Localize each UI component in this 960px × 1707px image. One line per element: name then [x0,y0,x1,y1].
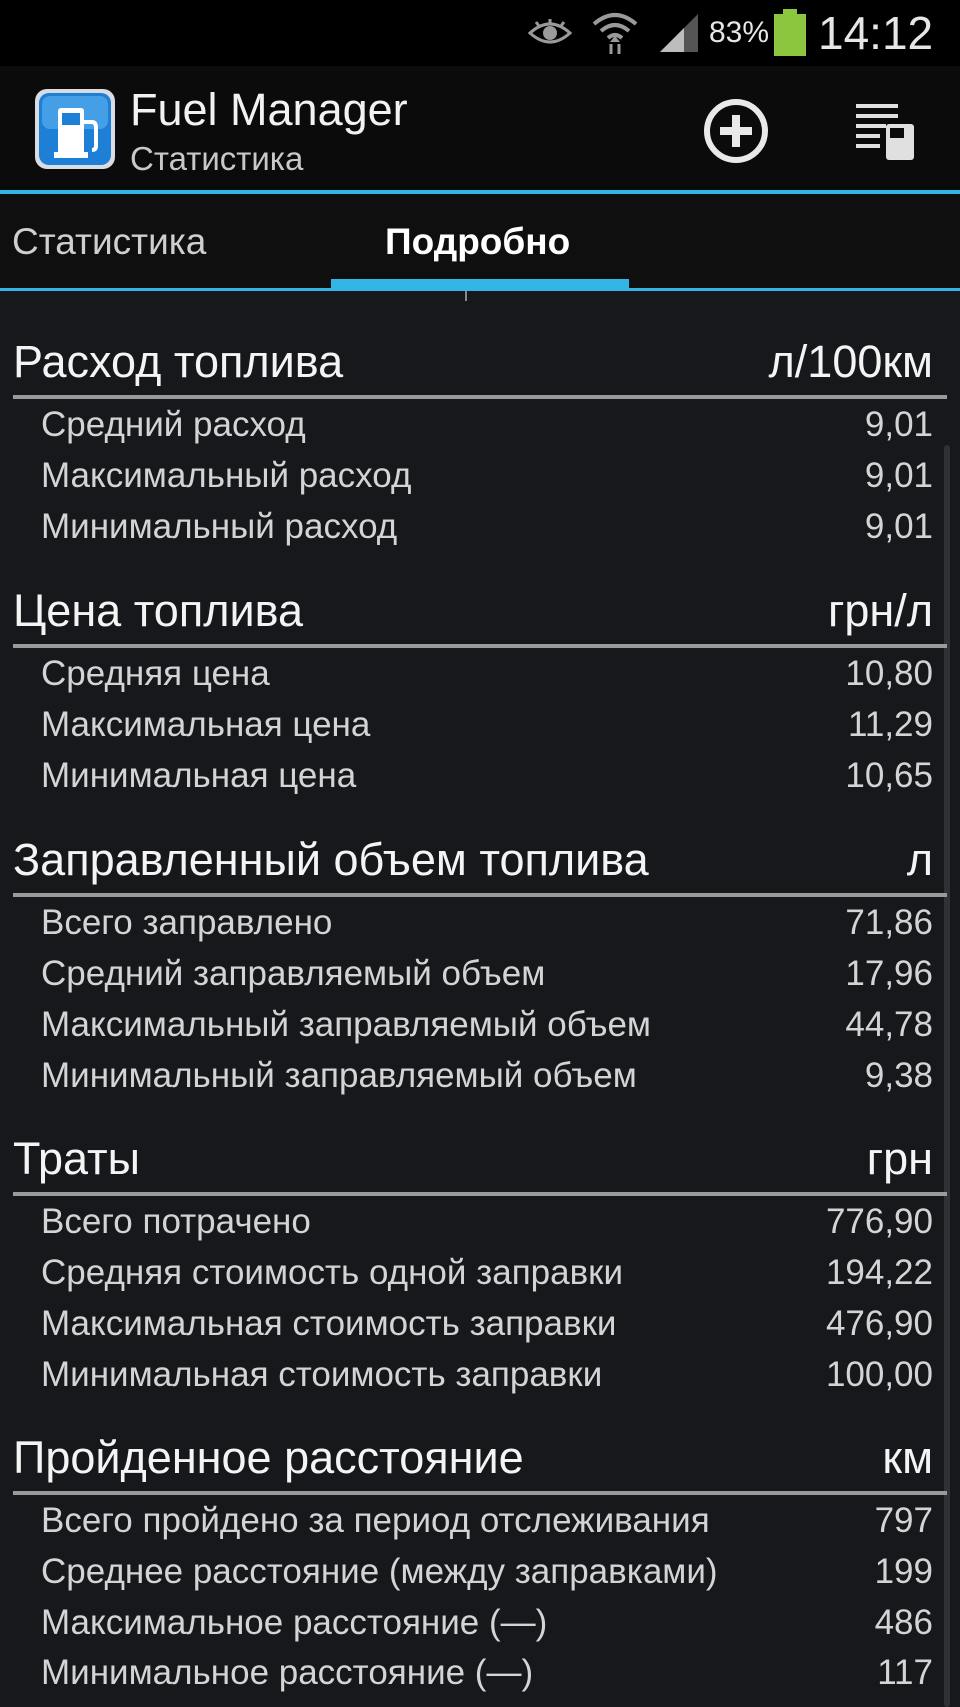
section-unit: грн/л [827,585,933,636]
row-label: Максимальная стоимость заправки [41,1304,617,1343]
section-unit: л/100км [768,336,933,387]
section-title: Пройденное расстояние [13,1432,524,1483]
section-header-fuel-consumption: Расход топлива л/100км [13,334,933,394]
row-label: Минимальная стоимость заправки [41,1355,603,1394]
row-value: 11,29 [848,705,933,744]
section-header-fuel-volume: Заправленный объем топлива л [13,832,933,892]
battery-icon [773,0,807,66]
list-item: Минимальный заправляемый объем 9,38 [41,1056,933,1106]
row-label: Среднее расстояние (между заправками) [41,1552,718,1591]
list-item: Минимальная цена 10,65 [41,756,933,806]
list-item: Минимальная стоимость заправки 100,00 [41,1355,933,1405]
row-label: Максимальное расстояние (—) [41,1603,548,1642]
list-item: Среднее расстояние (между заправками) 19… [41,1552,933,1602]
scrollbar[interactable] [944,445,950,1707]
row-label: Средняя цена [41,654,270,693]
list-item: Максимальный заправляемый объем 44,78 [41,1005,933,1055]
row-value: 476,90 [825,1304,933,1343]
row-label: Всего заправлено [41,903,333,942]
row-value: 194,22 [825,1253,933,1292]
eye-icon [528,0,572,66]
list-item: Всего заправлено 71,86 [41,903,933,953]
row-label: Всего потрачено [41,1202,311,1241]
list-item: Максимальное расстояние (—) 486 [41,1603,933,1653]
section-title: Расход топлива [13,336,344,387]
row-value: 10,80 [845,654,933,693]
row-label: Средняя стоимость одной заправки [41,1253,624,1292]
row-value: 797 [874,1501,933,1540]
row-label: Минимальное расстояние (—) [41,1653,534,1692]
section-divider [13,1192,947,1196]
list-item: Средняя цена 10,80 [41,654,933,704]
list-item: Максимальная цена 11,29 [41,705,933,755]
row-label: Минимальный заправляемый объем [41,1056,637,1095]
row-value: 9,38 [864,1056,933,1095]
section-header-fuel-price: Цена топлива грн/л [13,583,933,643]
row-value: 9,01 [864,405,933,444]
row-label: Средний расход [41,405,306,444]
row-value: 486 [874,1603,933,1642]
fuel-app-icon[interactable] [34,88,116,170]
section-header-expenses: Траты грн [13,1131,933,1191]
section-unit: грн [866,1133,933,1184]
row-value: 44,78 [845,1005,933,1044]
row-value: 9,01 [864,507,933,546]
row-value: 199 [874,1552,933,1591]
row-label: Минимальная цена [41,756,357,795]
list-item: Всего потрачено 776,90 [41,1202,933,1252]
row-value: 10,65 [845,756,933,795]
row-value: 71,86 [845,903,933,942]
section-divider [13,644,947,648]
row-label: Максимальная цена [41,705,371,744]
wifi-icon [590,0,640,66]
row-label: Минимальный расход [41,507,398,546]
section-title: Цена топлива [13,585,304,636]
section-divider [13,395,947,399]
signal-icon [658,0,700,66]
tab-underline [0,288,960,291]
section-unit: км [882,1432,933,1483]
battery-percent: 83% [709,16,770,49]
clock: 14:12 [818,7,934,59]
tab-detailed[interactable]: Подробно [385,194,570,290]
app-title: Fuel Manager [130,84,408,135]
row-label: Максимальный расход [41,456,412,495]
tab-statistics[interactable]: Статистика [12,194,206,290]
app-subtitle: Статистика [130,140,304,177]
row-value: 17,96 [845,954,933,993]
section-unit: л [906,834,933,885]
row-value: 776,90 [825,1202,933,1241]
row-label: Средний заправляемый объем [41,954,546,993]
list-fuel-icon[interactable] [845,91,925,171]
row-value: 9,01 [864,456,933,495]
list-item: Средняя стоимость одной заправки 194,22 [41,1253,933,1303]
section-title: Заправленный объем топлива [13,834,649,885]
list-item: Максимальный расход 9,01 [41,456,933,506]
row-value: 117 [877,1653,933,1692]
section-title: Траты [13,1133,140,1184]
list-item: Минимальное расстояние (—) 117 [41,1653,933,1703]
scroll-marker [465,291,467,301]
section-header-distance: Пройденное расстояние км [13,1430,933,1490]
list-item: Средний расход 9,01 [41,405,933,455]
list-item: Минимальный расход 9,01 [41,507,933,557]
add-circle-icon[interactable] [696,91,776,171]
list-item: Всего пройдено за период отслеживания 79… [41,1501,933,1551]
list-item: Средний заправляемый объем 17,96 [41,954,933,1004]
row-value: 100,00 [825,1355,933,1394]
row-label: Максимальный заправляемый объем [41,1005,651,1044]
row-label: Всего пройдено за период отслеживания [41,1501,710,1540]
section-divider [13,1491,947,1495]
section-divider [13,893,947,897]
status-bar: 83% 14:12 [0,0,960,66]
list-item: Максимальная стоимость заправки 476,90 [41,1304,933,1354]
